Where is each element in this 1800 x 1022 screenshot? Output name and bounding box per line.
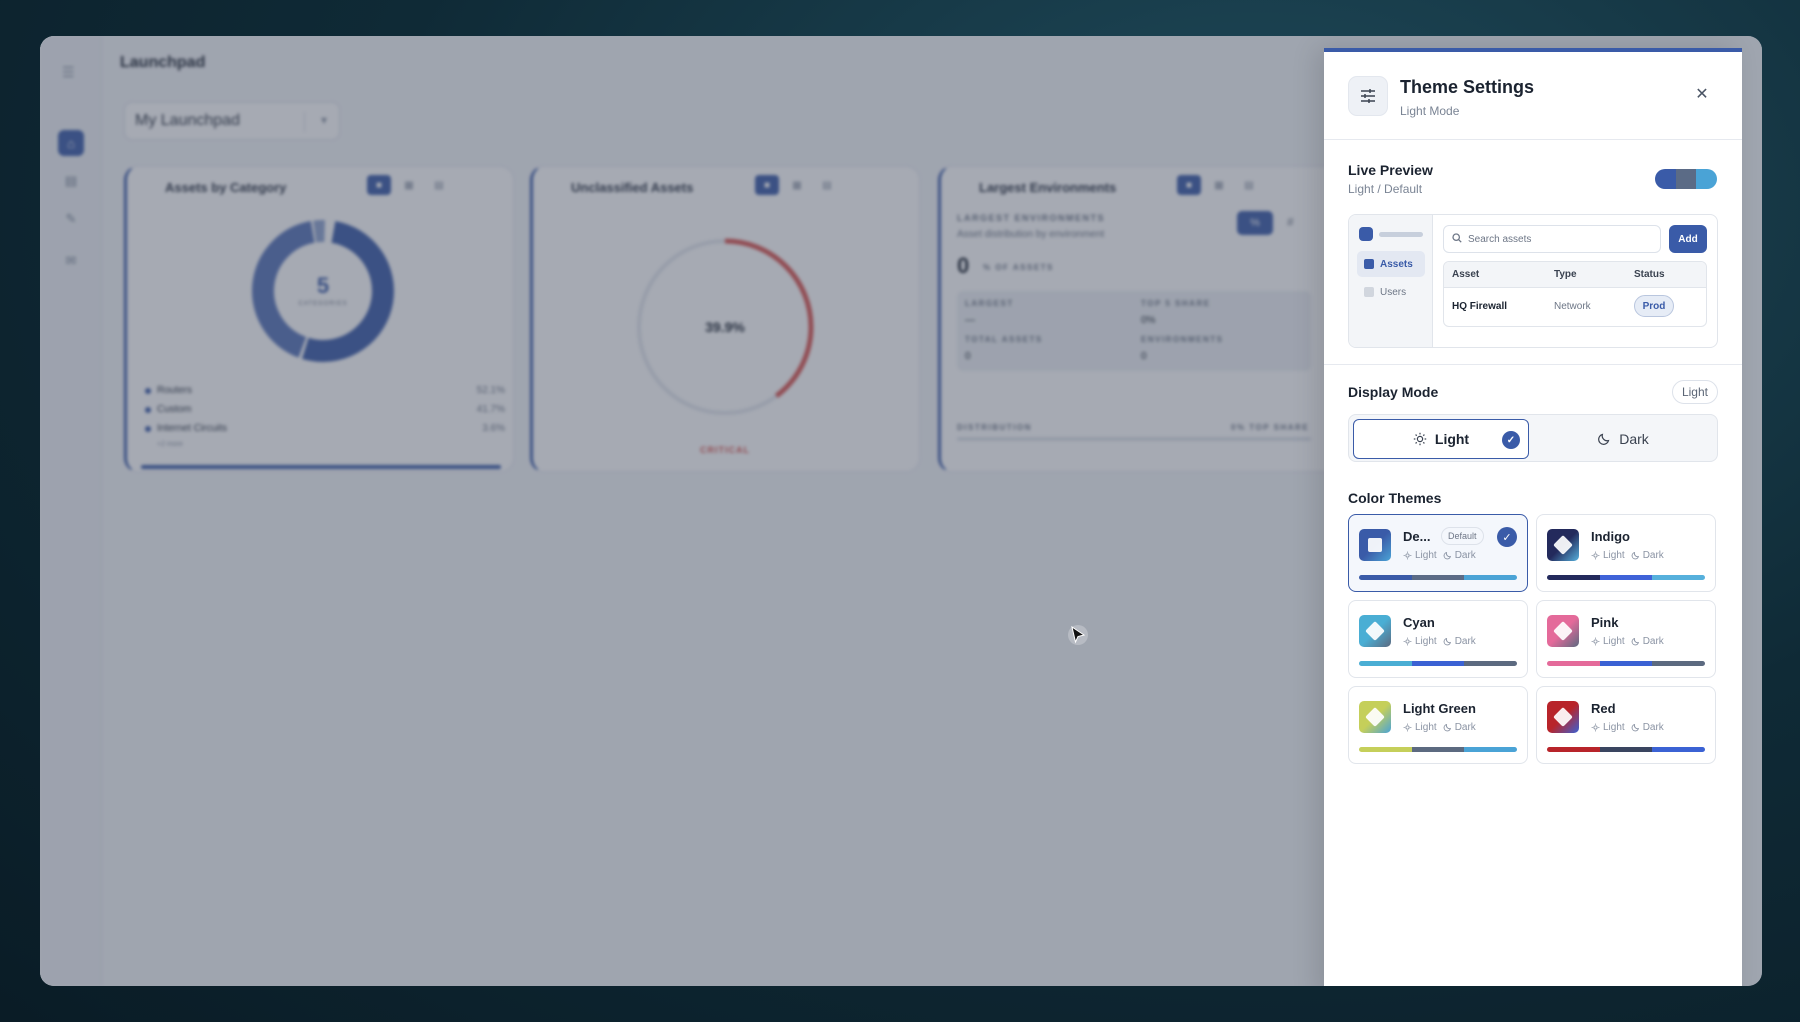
preview-search-input: Search assets: [1443, 225, 1661, 253]
theme-color-bar: [1359, 575, 1517, 580]
theme-color-bar: [1547, 747, 1705, 752]
light-label: Light: [1415, 636, 1437, 647]
theme-modes: Light Dark: [1403, 636, 1476, 647]
theme-card-3[interactable]: Pink Light Dark: [1536, 600, 1716, 678]
theme-color-bar: [1547, 575, 1705, 580]
display-mode-title: Display Mode: [1348, 384, 1439, 400]
theme-name: Indigo: [1591, 529, 1630, 544]
moon-icon: Dark: [1443, 550, 1476, 561]
theme-swatch-icon: [1359, 615, 1391, 647]
preview-sidebar: Assets Users: [1349, 215, 1433, 347]
dark-mode-button[interactable]: Dark: [1533, 419, 1713, 459]
theme-name: Light Green: [1403, 701, 1476, 716]
theme-modes: Light Dark: [1403, 722, 1476, 733]
close-icon[interactable]: ✕: [1692, 84, 1712, 104]
dark-label: Dark: [1642, 550, 1664, 561]
theme-color-bar: [1359, 661, 1517, 666]
preview-table: Asset Type Status HQ Firewall Network Pr…: [1443, 261, 1707, 327]
light-label: Light: [1603, 636, 1625, 647]
dark-label: Dark: [1454, 636, 1476, 647]
theme-card-0[interactable]: De... Default ✓ Light Dark: [1348, 514, 1528, 592]
theme-modes: Light Dark: [1591, 550, 1664, 561]
live-preview-box: Assets Users Search assets Add Asset Typ…: [1348, 214, 1718, 348]
moon-icon: [1597, 432, 1611, 446]
live-preview-title: Live Preview: [1348, 162, 1433, 178]
dark-label: Dark: [1642, 722, 1664, 733]
sun-icon: Light: [1591, 550, 1625, 561]
default-badge: Default: [1441, 527, 1484, 545]
drawer-header: Theme Settings Light Mode ✕: [1324, 52, 1742, 140]
moon-icon: Dark: [1443, 636, 1476, 647]
theme-swatch-icon: [1359, 701, 1391, 733]
theme-modes: Light Dark: [1403, 550, 1476, 561]
sun-icon: Light: [1403, 550, 1437, 561]
preview-nav-assets: Assets: [1357, 251, 1425, 277]
theme-swatch-icon: [1359, 529, 1391, 561]
drawer-subtitle: Light Mode: [1400, 104, 1460, 118]
dark-label: Dark: [1454, 550, 1476, 561]
theme-color-bar: [1359, 747, 1517, 752]
drawer-title: Theme Settings: [1400, 77, 1535, 97]
theme-card-5[interactable]: Red Light Dark: [1536, 686, 1716, 764]
table-header: Asset Type Status: [1444, 262, 1706, 288]
moon-icon: Dark: [1631, 550, 1664, 561]
check-icon: ✓: [1497, 527, 1517, 547]
theme-card-2[interactable]: Cyan Light Dark: [1348, 600, 1528, 678]
light-label: Light: [1603, 550, 1625, 561]
sun-icon: [1413, 432, 1427, 446]
theme-name: Cyan: [1403, 615, 1435, 630]
moon-icon: Dark: [1443, 722, 1476, 733]
theme-name: Red: [1591, 701, 1616, 716]
theme-name: De...: [1403, 529, 1431, 544]
status-badge: Prod: [1634, 295, 1674, 317]
sun-icon: Light: [1591, 722, 1625, 733]
light-mode-button[interactable]: Light ✓: [1353, 419, 1529, 459]
theme-card-1[interactable]: Indigo Light Dark: [1536, 514, 1716, 592]
theme-modes: Light Dark: [1591, 636, 1664, 647]
preview-logo: [1359, 227, 1373, 241]
sliders-icon: [1348, 76, 1388, 116]
theme-color-bar: [1547, 661, 1705, 666]
sun-icon: Light: [1403, 722, 1437, 733]
app-window: ☰ ⌂ ▤ ✎ ✉ Launchpad My Launchpad ▾ Asset…: [40, 36, 1762, 986]
moon-icon: Dark: [1631, 636, 1664, 647]
light-label: Light: [1603, 722, 1625, 733]
theme-settings-drawer: Theme Settings Light Mode ✕ Live Preview…: [1324, 48, 1742, 986]
theme-name: Pink: [1591, 615, 1619, 630]
sun-icon: Light: [1403, 636, 1437, 647]
dark-label: Dark: [1454, 722, 1476, 733]
theme-swatch-icon: [1547, 701, 1579, 733]
preview-color-swatch: [1655, 169, 1717, 189]
display-mode-toggle: Light ✓ Dark: [1348, 414, 1718, 462]
theme-swatch-icon: [1547, 615, 1579, 647]
preview-nav-users: Users: [1357, 279, 1425, 305]
live-preview-subtitle: Light / Default: [1348, 182, 1423, 196]
check-icon: ✓: [1502, 431, 1520, 449]
display-mode-chip: Light: [1671, 380, 1718, 404]
table-row: HQ Firewall Network Prod: [1444, 288, 1706, 326]
light-label: Light: [1415, 550, 1437, 561]
mouse-cursor: [1067, 624, 1089, 651]
theme-swatch-icon: [1547, 529, 1579, 561]
sun-icon: Light: [1591, 636, 1625, 647]
search-icon: [1452, 232, 1462, 246]
theme-card-4[interactable]: Light Green Light Dark: [1348, 686, 1528, 764]
preview-add-button: Add: [1669, 225, 1707, 253]
theme-modes: Light Dark: [1591, 722, 1664, 733]
light-label: Light: [1415, 722, 1437, 733]
color-themes-title: Color Themes: [1348, 490, 1442, 506]
moon-icon: Dark: [1631, 722, 1664, 733]
dark-label: Dark: [1642, 636, 1664, 647]
